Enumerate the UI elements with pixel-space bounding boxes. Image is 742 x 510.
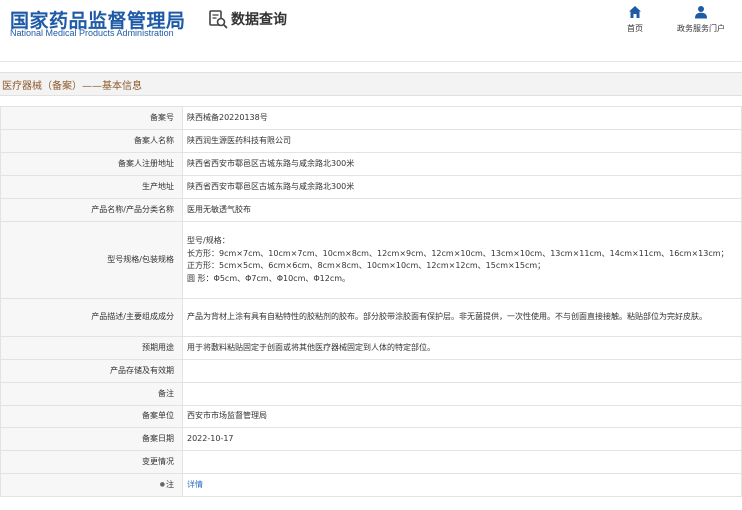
data-query-label: 数据查询 <box>231 12 287 28</box>
field-value: 型号/规格： 长方形：9cm×7cm、10cm×7cm、10cm×8cm、12c… <box>182 221 742 299</box>
spec-line: 型号/规格： <box>187 236 230 245</box>
table-row: 生产地址 陕西省西安市鄠邑区古城东路与咸余路北300米 <box>0 175 742 199</box>
field-value <box>182 450 742 474</box>
table-row: ●注 详情 <box>0 473 742 497</box>
table-row: 备案日期 2022-10-17 <box>0 427 742 451</box>
field-value <box>182 359 742 383</box>
spec-line: 正方形：5cm×5cm、6cm×6cm、8cm×8cm、10cm×10cm、12… <box>187 261 546 270</box>
spec-line: 长方形：9cm×7cm、10cm×7cm、10cm×8cm、12cm×9cm、1… <box>187 248 729 258</box>
field-label: 备案人名称 <box>0 129 183 153</box>
user-icon <box>695 6 707 19</box>
field-label: 变更情况 <box>0 450 183 474</box>
table-row: 备注 <box>0 382 742 406</box>
home-icon <box>629 6 641 18</box>
table-row: 产品描述/主要组成成分 产品为背材上涂有具有自粘特性的胶粘剂的胶布。部分胶带涂胶… <box>0 298 742 337</box>
table-row: 变更情况 <box>0 450 742 474</box>
table-row: 备案人名称 陕西润生源医药科技有限公司 <box>0 129 742 153</box>
table-row: 型号规格/包装规格 型号/规格： 长方形：9cm×7cm、10cm×7cm、10… <box>0 221 742 299</box>
field-value: 产品为背材上涂有具有自粘特性的胶粘剂的胶布。部分胶带涂胶面有保护层。非无菌提供，… <box>182 298 742 337</box>
field-label: 备案单位 <box>0 405 183 428</box>
field-label: 备注 <box>0 382 183 406</box>
data-query-title: 数据查询 <box>208 9 287 29</box>
basic-info-table: 备案号 陕西械备20220138号 备案人名称 陕西润生源医药科技有限公司 备案… <box>0 106 742 497</box>
field-label: 产品存储及有效期 <box>0 359 183 383</box>
section-header: 医疗器械（备案）——基本信息 <box>0 72 742 96</box>
field-value: 陕西省西安市鄠邑区古城东路与咸余路北300米 <box>182 152 742 176</box>
note-label: 注 <box>166 479 174 489</box>
field-value: 陕西械备20220138号 <box>182 106 742 130</box>
search-document-icon <box>209 10 228 29</box>
field-value <box>182 382 742 406</box>
field-label: 备案日期 <box>0 427 183 451</box>
site-header: 国家药品监督管理局 National Medical Products Admi… <box>0 0 742 62</box>
logo-english[interactable]: National Medical Products Administration <box>10 28 174 38</box>
field-label: 备案号 <box>0 106 183 130</box>
nav-home[interactable]: 首页 <box>620 5 650 34</box>
field-value: 用于将敷料粘贴固定于创面或将其他医疗器械固定到人体的特定部位。 <box>182 336 742 360</box>
field-label: ●注 <box>0 473 183 497</box>
field-value: 医用无敏透气胶布 <box>182 198 742 222</box>
field-value: 2022-10-17 <box>182 427 742 451</box>
details-link[interactable]: 详情 <box>187 480 203 489</box>
table-row: 预期用途 用于将敷料粘贴固定于创面或将其他医疗器械固定到人体的特定部位。 <box>0 336 742 360</box>
table-row: 备案单位 西安市市场监督管理局 <box>0 405 742 428</box>
table-row: 备案人注册地址 陕西省西安市鄠邑区古城东路与咸余路北300米 <box>0 152 742 176</box>
table-row: 备案号 陕西械备20220138号 <box>0 106 742 130</box>
note-marker: ● <box>159 480 165 488</box>
section-title: 医疗器械（备案）——基本信息 <box>2 81 142 92</box>
table-row: 产品存储及有效期 <box>0 359 742 383</box>
nav-gov-service-portal[interactable]: 政务服务门户 <box>670 5 732 34</box>
field-label: 预期用途 <box>0 336 183 360</box>
nav-portal-label: 政务服务门户 <box>677 24 725 33</box>
field-value: 陕西润生源医药科技有限公司 <box>182 129 742 153</box>
field-value: 陕西省西安市鄠邑区古城东路与咸余路北300米 <box>182 175 742 199</box>
nav-home-label: 首页 <box>627 24 643 33</box>
field-value: 西安市市场监督管理局 <box>182 405 742 428</box>
field-label: 备案人注册地址 <box>0 152 183 176</box>
field-label: 生产地址 <box>0 175 183 199</box>
field-label: 产品名称/产品分类名称 <box>0 198 183 222</box>
spec-line: 圆 形：Φ5cm、Φ7cm、Φ10cm、Φ12cm。 <box>187 273 351 283</box>
field-label: 产品描述/主要组成成分 <box>0 298 183 337</box>
field-value: 详情 <box>182 473 742 497</box>
field-label: 型号规格/包装规格 <box>0 221 183 299</box>
table-row: 产品名称/产品分类名称 医用无敏透气胶布 <box>0 198 742 222</box>
